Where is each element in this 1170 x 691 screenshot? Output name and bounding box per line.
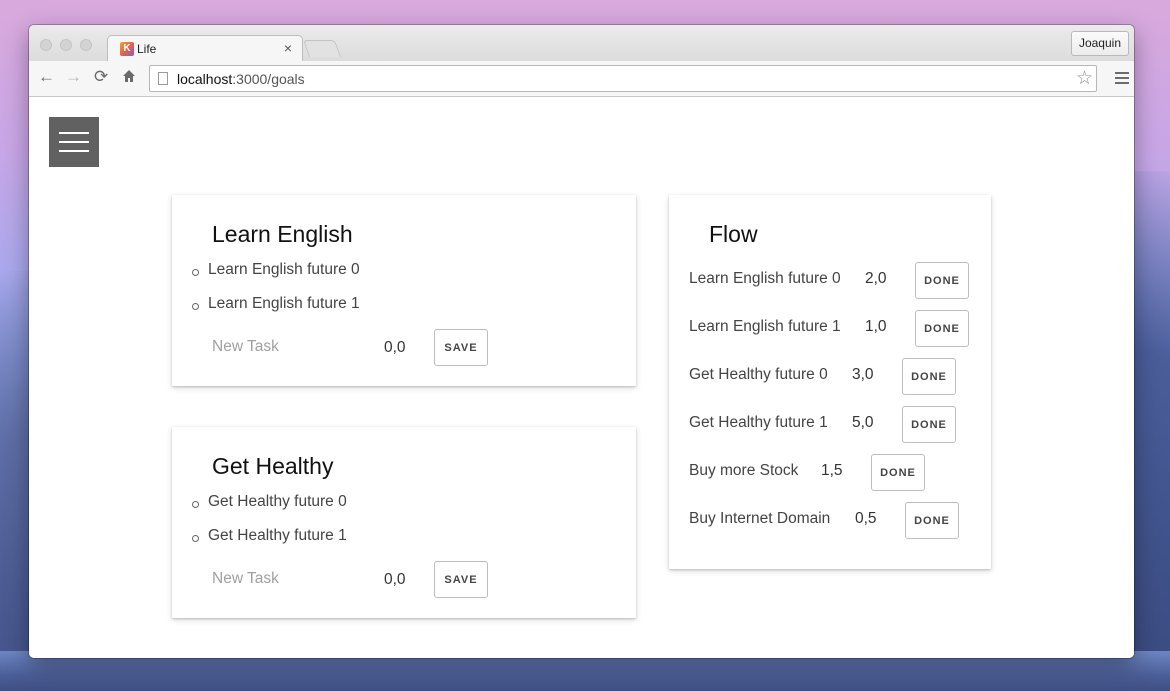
goal-task-list: Learn English future 0 Learn English fut… [192,261,360,329]
flow-item-name: Buy more Stock [689,462,799,479]
url-text: localhost:3000/goals [177,71,305,87]
bullet-circle-icon [192,501,199,508]
save-button[interactable]: SAVE [434,561,488,598]
list-item: Get Healthy future 0 [192,493,347,527]
new-task-input[interactable] [212,338,362,356]
bullet-circle-icon [192,303,199,310]
list-item: Learn English future 1 [192,295,360,329]
bullet-circle-icon [192,535,199,542]
home-icon[interactable] [122,68,136,88]
profile-button[interactable]: Joaquin [1070,31,1129,56]
tab-close-icon[interactable]: × [284,40,292,56]
save-button[interactable]: SAVE [434,329,488,366]
flow-item-value: 2,0 [865,270,887,287]
browser-menu-icon[interactable] [1115,72,1129,84]
done-button[interactable]: DONE [902,358,956,395]
back-icon[interactable]: ← [38,67,55,87]
page-content: Learn English Learn English future 0 Lea… [29,97,1134,658]
app-favicon-icon: K [120,42,134,56]
browser-toolbar: ← → ⟳ localhost:3000/goals ☆ [29,61,1134,97]
minimize-window-button[interactable] [60,39,72,51]
bullet-circle-icon [192,269,199,276]
new-task-value: 0,0 [384,571,406,588]
browser-window: K Life × Joaquin ← → ⟳ localhost:3000/go… [29,25,1134,658]
done-button[interactable]: DONE [871,454,925,491]
flow-item-name: Get Healthy future 1 [689,414,828,431]
done-button[interactable]: DONE [915,262,969,299]
flow-item-name: Get Healthy future 0 [689,366,828,383]
flow-item-value: 3,0 [852,366,874,383]
close-window-button[interactable] [40,39,52,51]
flow-item-value: 0,5 [855,510,877,527]
browser-titlebar: K Life × Joaquin [29,25,1134,62]
goal-task-list: Get Healthy future 0 Get Healthy future … [192,493,347,561]
forward-icon[interactable]: → [65,67,82,87]
goal-card-learn-english: Learn English Learn English future 0 Lea… [172,195,636,386]
browser-tab[interactable]: K Life × [107,35,303,62]
flow-item-value: 1,5 [821,462,843,479]
page-icon [158,72,168,85]
goal-title: Get Healthy [212,453,334,479]
flow-title: Flow [709,221,758,247]
list-item: Learn English future 0 [192,261,360,295]
flow-item-name: Learn English future 0 [689,270,841,287]
address-bar[interactable]: localhost:3000/goals ☆ [149,65,1097,92]
flow-item-value: 1,0 [865,318,887,335]
zoom-window-button[interactable] [80,39,92,51]
new-tab-button[interactable] [302,40,342,57]
done-button[interactable]: DONE [902,406,956,443]
goal-card-get-healthy: Get Healthy Get Healthy future 0 Get Hea… [172,427,636,618]
flow-card: Flow Learn English future 0 2,0 DONE Lea… [669,195,991,569]
flow-item-name: Buy Internet Domain [689,510,831,527]
flow-item-value: 5,0 [852,414,874,431]
reload-icon[interactable]: ⟳ [94,67,108,87]
new-task-input[interactable] [212,570,362,588]
done-button[interactable]: DONE [905,502,959,539]
new-task-value: 0,0 [384,339,406,356]
flow-item-name: Learn English future 1 [689,318,841,335]
tab-title: Life [137,42,157,56]
nav-menu-button[interactable] [49,117,99,167]
bookmark-star-icon[interactable]: ☆ [1076,67,1093,90]
list-item: Get Healthy future 1 [192,527,347,561]
goal-title: Learn English [212,221,353,247]
done-button[interactable]: DONE [915,310,969,347]
